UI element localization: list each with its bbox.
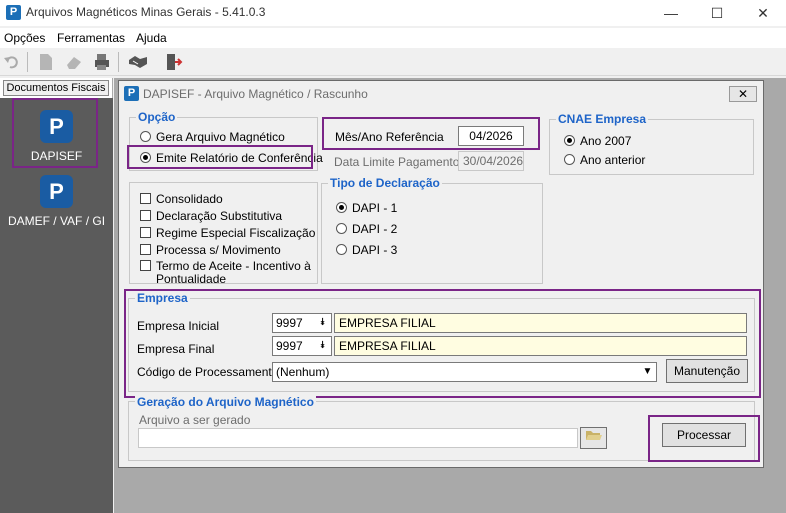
check-termo-aceite-line2: Pontualidade xyxy=(156,272,227,286)
tipo-declaracao-group: Tipo de Declaração DAPI - 1 DAPI - 2 DAP… xyxy=(321,176,543,284)
dapisef-window: P DAPISEF - Arquivo Magnético / Rascunho… xyxy=(118,80,764,468)
checkbox[interactable] xyxy=(140,260,151,271)
check-consolidado[interactable]: Consolidado xyxy=(140,192,223,206)
radio-label: DAPI - 2 xyxy=(352,222,398,236)
close-button[interactable]: ✕ xyxy=(740,0,786,26)
toolbar-separator xyxy=(118,52,119,72)
checkbox-label: Consolidado xyxy=(156,192,223,206)
highlight-dapisef xyxy=(12,98,98,168)
check-processa-sem-movimento[interactable]: Processa s/ Movimento xyxy=(140,243,281,257)
highlight-empresa xyxy=(124,289,761,398)
damef-logo-icon: P xyxy=(40,175,73,208)
menu-opcoes[interactable]: Opções xyxy=(4,31,45,45)
cnae-group: CNAE Empresa Ano 2007 Ano anterior xyxy=(549,112,754,175)
sidebar-item-label: DAMEF / VAF / GI xyxy=(7,214,106,228)
checkbox[interactable] xyxy=(140,244,151,255)
highlight-mes-ano xyxy=(322,117,540,150)
maximize-button[interactable]: ☐ xyxy=(694,0,740,26)
radio-label: DAPI - 3 xyxy=(352,243,398,257)
radio-button[interactable] xyxy=(140,131,151,142)
sidebar-item-damef[interactable]: P DAMEF / VAF / GI xyxy=(0,175,113,228)
eraser-icon xyxy=(67,57,81,69)
menu-ferramentas[interactable]: Ferramentas xyxy=(57,31,125,45)
radio-ano-2007[interactable]: Ano 2007 xyxy=(564,134,631,148)
child-window-title: DAPISEF - Arquivo Magnético / Rascunho xyxy=(143,87,368,101)
checkbox-label: Processa s/ Movimento xyxy=(156,243,281,257)
checkbox-label: Regime Especial Fiscalização xyxy=(156,226,316,240)
check-declaracao-substitutiva[interactable]: Declaração Substitutiva xyxy=(140,209,282,223)
checkbox-group: Consolidado Declaração Substitutiva Regi… xyxy=(129,182,318,286)
radio-ano-anterior[interactable]: Ano anterior xyxy=(564,153,645,167)
dapisef-small-icon: P xyxy=(124,86,139,101)
cnae-group-title: CNAE Empresa xyxy=(556,112,649,126)
document-icon xyxy=(40,54,52,70)
opcao-group-title: Opção xyxy=(136,110,178,124)
menu-ajuda[interactable]: Ajuda xyxy=(136,31,167,45)
exit-door-icon xyxy=(167,54,183,70)
data-limite-label: Data Limite Pagamento xyxy=(334,155,460,169)
highlight-processar xyxy=(648,415,760,462)
minimize-button[interactable]: — xyxy=(648,0,694,26)
undo-button[interactable] xyxy=(2,52,24,72)
check-regime-especial[interactable]: Regime Especial Fiscalização xyxy=(140,226,315,240)
app-logo-icon: P xyxy=(6,5,21,20)
radio-button[interactable] xyxy=(564,154,575,165)
radio-button[interactable] xyxy=(564,135,575,146)
new-document-button[interactable] xyxy=(36,52,58,72)
erase-button[interactable] xyxy=(64,52,86,72)
radio-label: Ano 2007 xyxy=(580,134,632,148)
radio-button[interactable] xyxy=(336,202,347,213)
highlight-emite-relatorio xyxy=(127,145,313,169)
menu-bar: Opções Ferramentas Ajuda xyxy=(0,28,786,48)
arquivo-label: Arquivo a ser gerado xyxy=(139,413,251,427)
title-bar: P Arquivos Magnéticos Minas Gerais - 5.4… xyxy=(0,0,786,26)
checkbox-label: Termo de Aceite - Incentivo à xyxy=(156,259,311,273)
checkbox-label: Declaração Substitutiva xyxy=(156,209,283,223)
radio-dapi-2[interactable]: DAPI - 2 xyxy=(336,222,397,236)
geracao-group-title: Geração do Arquivo Magnético xyxy=(135,395,316,409)
checkbox[interactable] xyxy=(140,193,151,204)
toolbar-separator xyxy=(27,52,28,72)
radio-label: Gera Arquivo Magnético xyxy=(156,130,285,144)
radio-button[interactable] xyxy=(336,223,347,234)
radio-dapi-3[interactable]: DAPI - 3 xyxy=(336,243,397,257)
radio-label: DAPI - 1 xyxy=(352,201,398,215)
toolbar xyxy=(0,48,786,76)
sidebar-tab-documentos-fiscais[interactable]: Documentos Fiscais xyxy=(3,80,109,96)
undo-icon xyxy=(4,56,18,69)
handshake-icon xyxy=(129,56,147,68)
check-termo-aceite[interactable]: Termo de Aceite - Incentivo à xyxy=(140,259,311,273)
data-limite-input: 30/04/2026 xyxy=(458,151,524,171)
browse-folder-button[interactable] xyxy=(580,427,607,449)
radio-gera-arquivo[interactable]: Gera Arquivo Magnético xyxy=(140,130,285,144)
radio-label: Ano anterior xyxy=(580,153,646,167)
checkbox[interactable] xyxy=(140,210,151,221)
folder-open-icon xyxy=(585,431,602,440)
print-button[interactable] xyxy=(92,52,114,72)
arquivo-input[interactable] xyxy=(138,428,578,448)
printer-icon xyxy=(95,54,109,70)
window-title: Arquivos Magnéticos Minas Gerais - 5.41.… xyxy=(26,5,266,19)
tipo-group-title: Tipo de Declaração xyxy=(328,176,442,190)
child-close-button[interactable]: ✕ xyxy=(729,86,757,102)
exit-button[interactable] xyxy=(163,52,185,72)
radio-button[interactable] xyxy=(336,244,347,255)
checkbox[interactable] xyxy=(140,227,151,238)
handshake-button[interactable] xyxy=(127,52,149,72)
radio-dapi-1[interactable]: DAPI - 1 xyxy=(336,201,397,215)
child-title-bar: P DAPISEF - Arquivo Magnético / Rascunho… xyxy=(119,81,763,105)
